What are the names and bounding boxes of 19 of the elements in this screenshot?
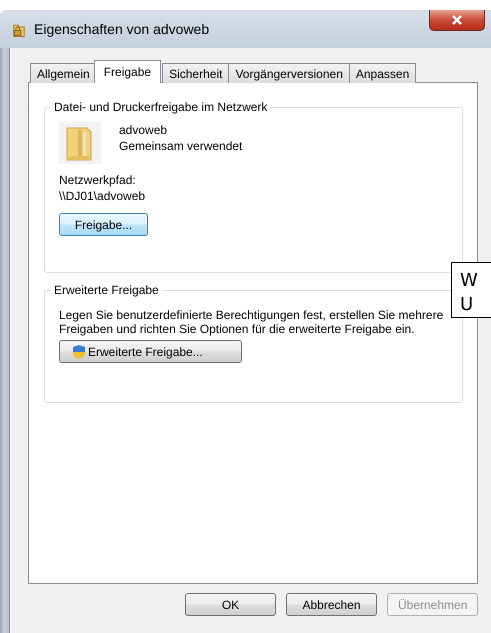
- group-title: Erweiterte Freigabe: [51, 283, 162, 298]
- callout-text: U: [460, 293, 474, 317]
- dialog-button[interactable]: Abbrechen: [286, 593, 377, 616]
- folder-name: advoweb: [119, 122, 168, 138]
- dialog-button[interactable]: OK: [185, 593, 276, 616]
- tab[interactable]: Freigabe: [94, 60, 162, 83]
- tab[interactable]: Vorgängerversionen: [228, 63, 350, 83]
- tab[interactable]: Sicherheit: [162, 63, 230, 83]
- callout-text: W: [460, 269, 479, 293]
- share-status: Gemeinsam verwendet: [119, 138, 242, 154]
- advanced-sharing-button[interactable]: Erweiterte Freigabe...: [59, 340, 242, 363]
- description-text: Legen Sie benutzerdefinierte Berechtigungen fest, erstellen Sie mehrere Freigaben und richten Sie Optionen für die erweiterte Freigabe ein.: [59, 308, 444, 336]
- share-button[interactable]: Freigabe...: [59, 213, 148, 236]
- tab[interactable]: Anpassen: [348, 63, 416, 83]
- window-title: Eigenschaften von advoweb: [34, 21, 210, 37]
- tab[interactable]: Allgemein: [30, 63, 97, 83]
- path-label: Netzwerkpfad:: [59, 172, 136, 188]
- network-path: \\DJ01\advoweb: [59, 188, 146, 204]
- group-title: Datei- und Druckerfreigabe im Netzwerk: [51, 100, 270, 115]
